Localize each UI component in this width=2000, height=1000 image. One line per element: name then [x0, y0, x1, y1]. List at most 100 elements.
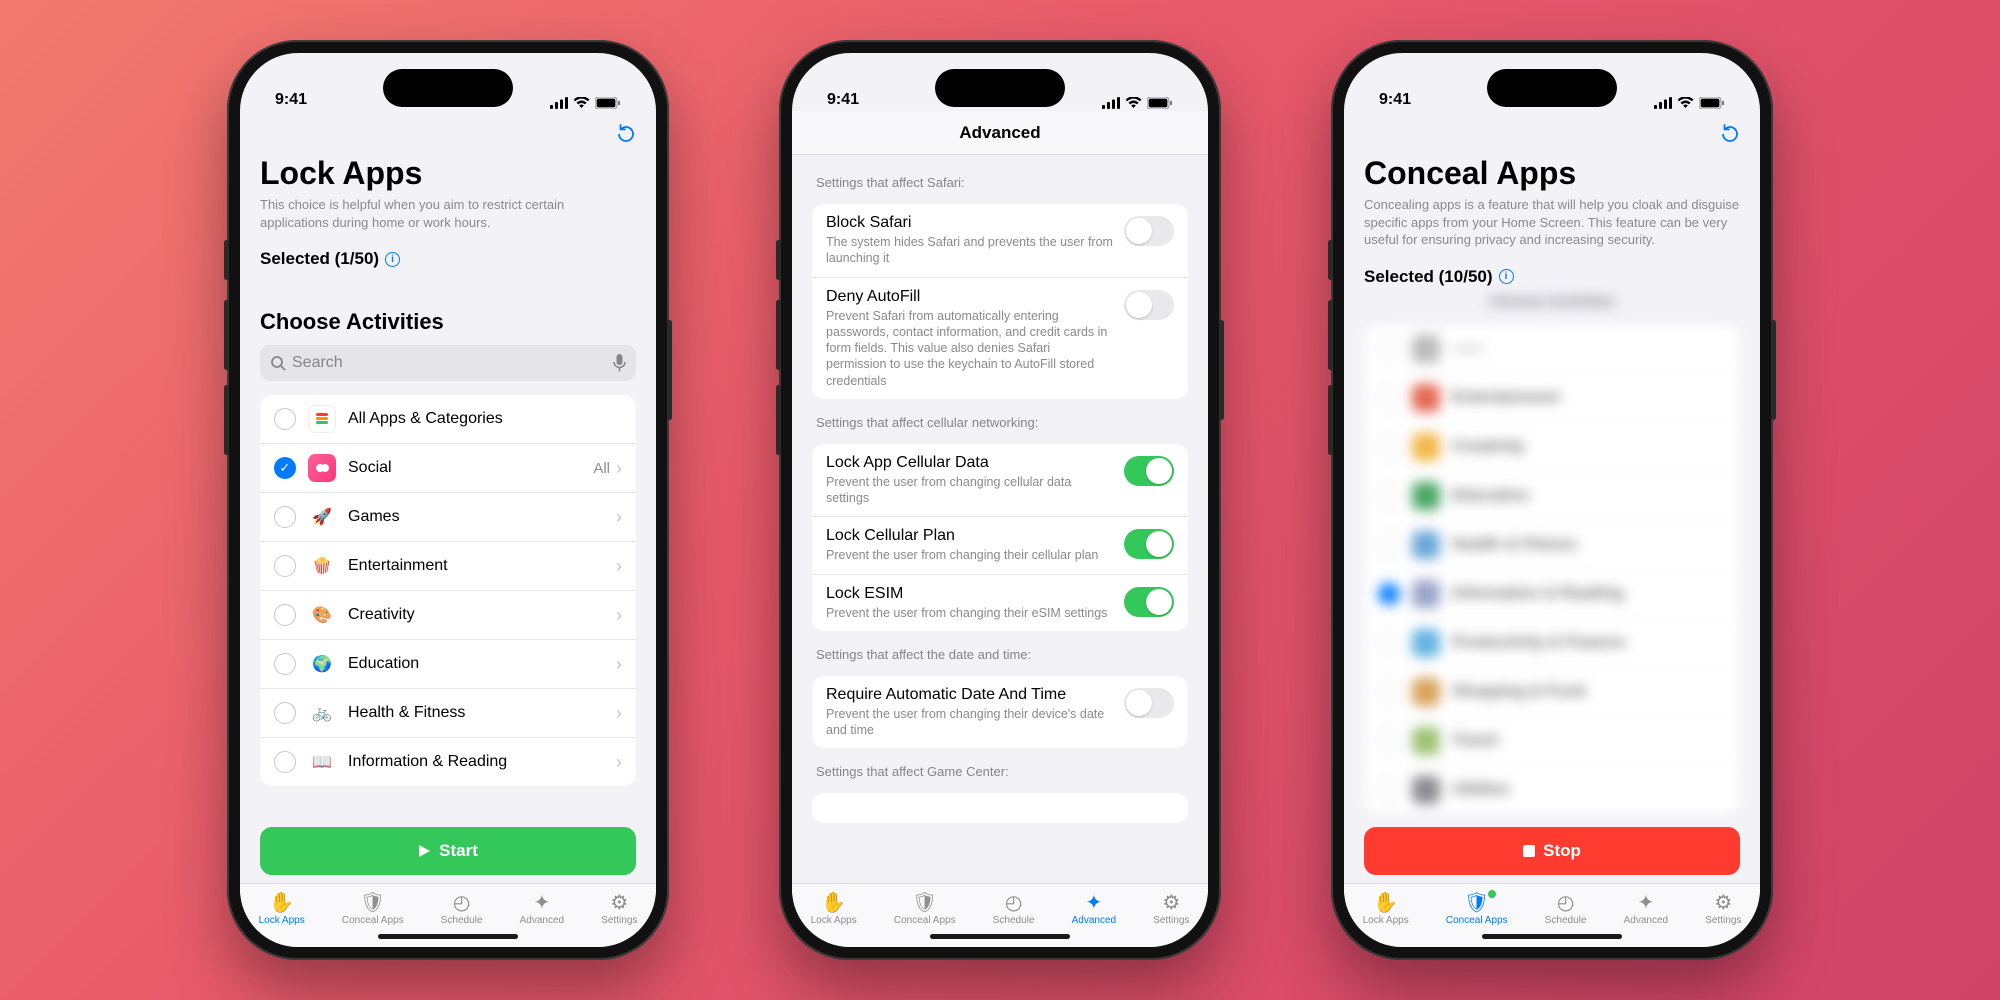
list-item: Creativity — [1364, 422, 1740, 471]
setting-row[interactable]: Block SafariThe system hides Safari and … — [812, 204, 1188, 277]
list-item[interactable]: 🚲 Health & Fitness › — [260, 688, 636, 737]
info-icon[interactable]: i — [1499, 269, 1514, 284]
setting-row[interactable]: Deny AutoFillPrevent Safari from automat… — [812, 277, 1188, 399]
sparkle-icon: ✦ — [1085, 891, 1102, 913]
search-placeholder: Search — [292, 354, 343, 372]
toggle-switch[interactable] — [1124, 587, 1174, 617]
radio-unchecked[interactable] — [274, 408, 296, 430]
tab-conceal-apps[interactable]: 🛡︎Conceal Apps — [1446, 891, 1508, 926]
info-icon[interactable]: i — [385, 252, 400, 267]
battery-icon — [595, 97, 621, 109]
setting-row[interactable]: Require Automatic Date And TimePrevent t… — [812, 676, 1188, 749]
group-header: Settings that affect Game Center: — [816, 764, 1184, 779]
start-button[interactable]: Start — [260, 827, 636, 875]
tab-lock-apps[interactable]: ✋Lock Apps — [811, 891, 857, 926]
list-item[interactable]: 🎨 Creativity › — [260, 590, 636, 639]
social-icon — [308, 454, 336, 482]
list-item[interactable]: 📖 Information & Reading › — [260, 737, 636, 786]
page-title: Conceal Apps — [1364, 155, 1740, 192]
cellular-icon — [1102, 97, 1120, 109]
setting-row[interactable]: Lock ESIMPrevent the user from changing … — [812, 574, 1188, 631]
notification-dot — [1488, 890, 1496, 898]
chevron-right-icon: › — [616, 556, 622, 577]
tab-advanced[interactable]: ✦Advanced — [1624, 891, 1668, 926]
tab-lock-apps[interactable]: ✋Lock Apps — [259, 891, 305, 926]
status-time: 9:41 — [275, 91, 307, 109]
search-input[interactable]: Search — [260, 345, 636, 381]
clock-icon: ◴ — [453, 891, 470, 913]
games-icon: 🚀 — [308, 503, 336, 531]
toggle-switch[interactable] — [1124, 290, 1174, 320]
sparkle-icon: ✦ — [1637, 891, 1654, 913]
mic-icon[interactable] — [613, 354, 626, 372]
sparkle-icon: ✦ — [533, 891, 550, 913]
tab-schedule[interactable]: ◴Schedule — [441, 891, 483, 926]
refresh-icon[interactable] — [616, 122, 636, 144]
health-icon: 🚲 — [308, 699, 336, 727]
radio-unchecked[interactable] — [274, 555, 296, 577]
education-icon: 🌍 — [308, 650, 336, 678]
page-subtitle: This choice is helpful when you aim to r… — [260, 196, 636, 231]
chevron-right-icon: › — [616, 654, 622, 675]
list-item: Shopping & Food — [1364, 667, 1740, 716]
gear-icon: ⚙︎ — [1714, 891, 1732, 913]
list-item[interactable]: 🌍 Education › — [260, 639, 636, 688]
radio-unchecked[interactable] — [274, 751, 296, 773]
setting-row[interactable]: Lock App Cellular DataPrevent the user f… — [812, 444, 1188, 517]
clock-icon: ◴ — [1557, 891, 1574, 913]
status-time: 9:41 — [827, 91, 859, 109]
home-indicator[interactable] — [378, 934, 518, 939]
gear-icon: ⚙︎ — [1162, 891, 1180, 913]
list-item[interactable]: 🍿 Entertainment › — [260, 541, 636, 590]
chevron-right-icon: › — [616, 605, 622, 626]
tab-advanced[interactable]: ✦Advanced — [1072, 891, 1116, 926]
tab-lock-apps[interactable]: ✋Lock Apps — [1363, 891, 1409, 926]
entertainment-icon: 🍿 — [308, 552, 336, 580]
refresh-icon[interactable] — [1720, 122, 1740, 144]
list-item[interactable]: All Apps & Categories — [260, 395, 636, 443]
tab-schedule[interactable]: ◴Schedule — [1545, 891, 1587, 926]
group-header: Settings that affect Safari: — [816, 175, 1184, 190]
tab-conceal-apps[interactable]: 🛡︎Conceal Apps — [894, 891, 956, 926]
chevron-right-icon: › — [616, 507, 622, 528]
radio-unchecked[interactable] — [274, 653, 296, 675]
toggle-switch[interactable] — [1124, 688, 1174, 718]
radio-checked[interactable]: ✓ — [274, 457, 296, 479]
hand-icon: ✋ — [269, 891, 294, 913]
all-apps-icon — [308, 405, 336, 433]
dynamic-island — [935, 69, 1065, 107]
setting-row[interactable]: Lock Cellular PlanPrevent the user from … — [812, 516, 1188, 573]
phone-lock-apps: 9:41 Lock Apps This choice is helpful wh… — [227, 40, 669, 960]
radio-unchecked[interactable] — [274, 702, 296, 724]
radio-unchecked[interactable] — [274, 604, 296, 626]
tab-settings[interactable]: ⚙︎Settings — [601, 891, 637, 926]
shield-icon: 🛡︎ — [1464, 891, 1489, 913]
home-indicator[interactable] — [930, 934, 1070, 939]
list-item: ✓Information & Reading — [1364, 569, 1740, 618]
toggle-switch[interactable] — [1124, 456, 1174, 486]
list-item: Utilities — [1364, 765, 1740, 814]
toggle-switch[interactable] — [1124, 216, 1174, 246]
tab-settings[interactable]: ⚙︎Settings — [1153, 891, 1189, 926]
list-item[interactable]: 🚀 Games › — [260, 492, 636, 541]
tab-advanced[interactable]: ✦Advanced — [520, 891, 564, 926]
nav-title: Advanced — [959, 123, 1040, 143]
phone-advanced: 9:41 Advanced Settings that affect Safar… — [779, 40, 1221, 960]
chevron-right-icon: › — [616, 703, 622, 724]
selected-count: Selected (10/50) — [1364, 267, 1493, 287]
radio-unchecked[interactable] — [274, 506, 296, 528]
tab-settings[interactable]: ⚙︎Settings — [1705, 891, 1741, 926]
tab-schedule[interactable]: ◴Schedule — [993, 891, 1035, 926]
cellular-icon — [1654, 97, 1672, 109]
tab-conceal-apps[interactable]: 🛡︎Conceal Apps — [342, 891, 404, 926]
page-title: Lock Apps — [260, 155, 636, 192]
wifi-icon — [1125, 97, 1142, 109]
list-item: —— — [1364, 324, 1740, 373]
toggle-switch[interactable] — [1124, 529, 1174, 559]
list-item[interactable]: ✓ Social All› — [260, 443, 636, 492]
status-time: 9:41 — [1379, 91, 1411, 109]
stop-button[interactable]: Stop — [1364, 827, 1740, 875]
chevron-right-icon: › — [616, 752, 622, 773]
clock-icon: ◴ — [1005, 891, 1022, 913]
home-indicator[interactable] — [1482, 934, 1622, 939]
